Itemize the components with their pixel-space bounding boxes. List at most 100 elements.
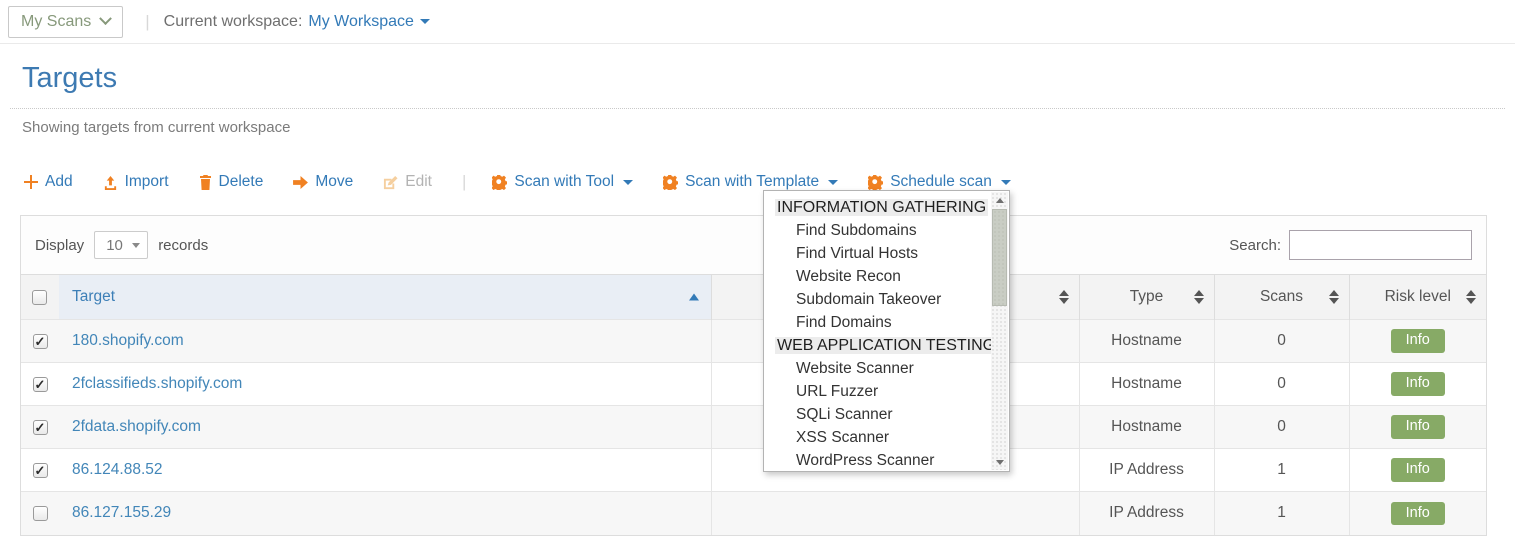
column-header-type[interactable]: Type <box>1079 275 1214 320</box>
row-checkbox[interactable]: ✓ <box>33 377 48 392</box>
dropdown-item[interactable]: Find Subdomains <box>764 219 992 242</box>
dropdown-item[interactable]: WordPress Scanner <box>764 449 992 472</box>
dropdown-item[interactable]: SQLi Scanner <box>764 403 992 426</box>
search-input[interactable] <box>1289 230 1472 260</box>
dropdown-item[interactable]: XSS Scanner <box>764 426 992 449</box>
table-row: ✓ 180.shopify.com Hostname 0 Info <box>21 320 1486 363</box>
target-link[interactable]: 86.127.155.29 <box>72 504 171 521</box>
target-link[interactable]: 2fdata.shopify.com <box>72 418 201 435</box>
targets-table: Target Type Scans Risk level <box>21 274 1486 535</box>
search-label: Search: <box>1229 237 1281 254</box>
scan-with-tool-label: Scan with Tool <box>514 173 614 191</box>
risk-badge: Info <box>1391 458 1445 482</box>
target-link[interactable]: 2fclassifieds.shopify.com <box>72 375 242 392</box>
page-subtitle: Showing targets from current workspace <box>22 119 1515 136</box>
workspace-name: My Workspace <box>308 13 414 31</box>
my-scans-dropdown-button[interactable]: My Scans <box>8 6 123 38</box>
column-header-target[interactable]: Target <box>59 275 711 320</box>
scan-with-tool-dropdown-button[interactable]: Scan with Tool <box>492 173 633 191</box>
type-cell: Hostname <box>1079 320 1214 363</box>
type-cell: Hostname <box>1079 406 1214 449</box>
target-header-label: Target <box>72 288 115 305</box>
schedule-scan-label: Schedule scan <box>890 173 992 191</box>
type-cell: Hostname <box>1079 363 1214 406</box>
table-row: ✓ 86.124.88.52 IP Address 1 Info <box>21 449 1486 492</box>
gear-icon <box>492 175 507 190</box>
type-cell: IP Address <box>1079 449 1214 492</box>
table-row: ✓ 2fclassifieds.shopify.com Hostname 0 I… <box>21 363 1486 406</box>
dropdown-group-header: INFORMATION GATHERING <box>764 196 992 219</box>
dropdown-item[interactable]: Subdomain Takeover <box>764 288 992 311</box>
scan-with-template-dropdown-button[interactable]: Scan with Template <box>663 173 838 191</box>
dropdown-item[interactable]: Website Recon <box>764 265 992 288</box>
hidden-cell <box>711 492 1079 535</box>
scans-header-label: Scans <box>1260 288 1303 305</box>
caret-down-icon <box>1001 180 1011 185</box>
records-label: records <box>158 237 208 254</box>
table-row: ✓ 2fdata.shopify.com Hostname 0 Info <box>21 406 1486 449</box>
chevron-down-icon <box>99 12 112 25</box>
caret-down-icon <box>420 19 430 24</box>
gear-icon <box>663 175 678 190</box>
caret-down-icon <box>828 180 838 185</box>
add-button[interactable]: Add <box>24 173 73 191</box>
caret-down-icon <box>623 180 633 185</box>
page-title: Targets <box>22 62 1515 95</box>
risk-header-label: Risk level <box>1385 288 1451 305</box>
delete-button[interactable]: Delete <box>199 173 264 191</box>
scans-cell: 1 <box>1214 449 1349 492</box>
topbar-divider: | <box>145 12 149 32</box>
trash-icon <box>199 175 212 190</box>
row-checkbox[interactable]: ✓ <box>33 420 48 435</box>
sort-asc-icon <box>689 294 699 301</box>
select-all-checkbox[interactable] <box>32 290 47 305</box>
edit-button[interactable]: Edit <box>383 173 432 191</box>
page-size-select[interactable]: 10 <box>94 231 148 259</box>
targets-table-widget: Display 10 records Search: Target <box>20 215 1487 536</box>
toolbar-divider: | <box>462 172 466 192</box>
move-button[interactable]: Move <box>293 173 353 191</box>
upload-icon <box>103 175 118 190</box>
schedule-scan-dropdown-panel: INFORMATION GATHERING Find Subdomains Fi… <box>763 190 1010 472</box>
import-button[interactable]: Import <box>103 173 169 191</box>
type-header-label: Type <box>1130 288 1164 305</box>
workspace-label: Current workspace: <box>164 13 303 31</box>
add-label: Add <box>45 173 73 191</box>
column-header-risk[interactable]: Risk level <box>1349 275 1486 320</box>
dropdown-item[interactable]: Website Scanner <box>764 357 992 380</box>
edit-label: Edit <box>405 173 432 191</box>
table-header-row: Target Type Scans Risk level <box>21 275 1486 320</box>
sort-both-icon <box>1059 290 1069 304</box>
table-row: 86.127.155.29 IP Address 1 Info <box>21 492 1486 535</box>
target-link[interactable]: 180.shopify.com <box>72 332 184 349</box>
select-all-header <box>21 275 59 320</box>
page-size-control: Display 10 records <box>35 231 208 259</box>
move-label: Move <box>315 173 353 191</box>
dropdown-scrollbar[interactable] <box>991 192 1008 470</box>
schedule-scan-dropdown-button[interactable]: Schedule scan <box>868 173 1011 191</box>
delete-label: Delete <box>219 173 264 191</box>
gear-icon <box>868 175 883 190</box>
display-label: Display <box>35 237 84 254</box>
table-controls: Display 10 records Search: <box>21 216 1486 274</box>
dropdown-item[interactable]: Find Virtual Hosts <box>764 242 992 265</box>
scrollbar-down-icon[interactable] <box>991 454 1008 470</box>
plus-icon <box>24 175 38 189</box>
scrollbar-up-icon[interactable] <box>991 192 1008 208</box>
row-checkbox[interactable] <box>33 506 48 521</box>
type-cell: IP Address <box>1079 492 1214 535</box>
sort-both-icon <box>1194 290 1204 304</box>
search-control: Search: <box>1229 230 1472 260</box>
targets-toolbar: Add Import Delete Move Edit | Scan with … <box>24 172 1515 192</box>
my-scans-label: My Scans <box>21 13 91 31</box>
dropdown-item[interactable]: URL Fuzzer <box>764 380 992 403</box>
dropdown-item[interactable]: Find Domains <box>764 311 992 334</box>
target-link[interactable]: 86.124.88.52 <box>72 461 163 478</box>
scrollbar-thumb[interactable] <box>992 209 1007 306</box>
row-checkbox[interactable]: ✓ <box>33 334 48 349</box>
workspace-selector[interactable]: My Workspace <box>308 13 430 31</box>
column-header-scans[interactable]: Scans <box>1214 275 1349 320</box>
risk-badge: Info <box>1391 372 1445 396</box>
row-checkbox[interactable]: ✓ <box>33 463 48 478</box>
scans-cell: 1 <box>1214 492 1349 535</box>
